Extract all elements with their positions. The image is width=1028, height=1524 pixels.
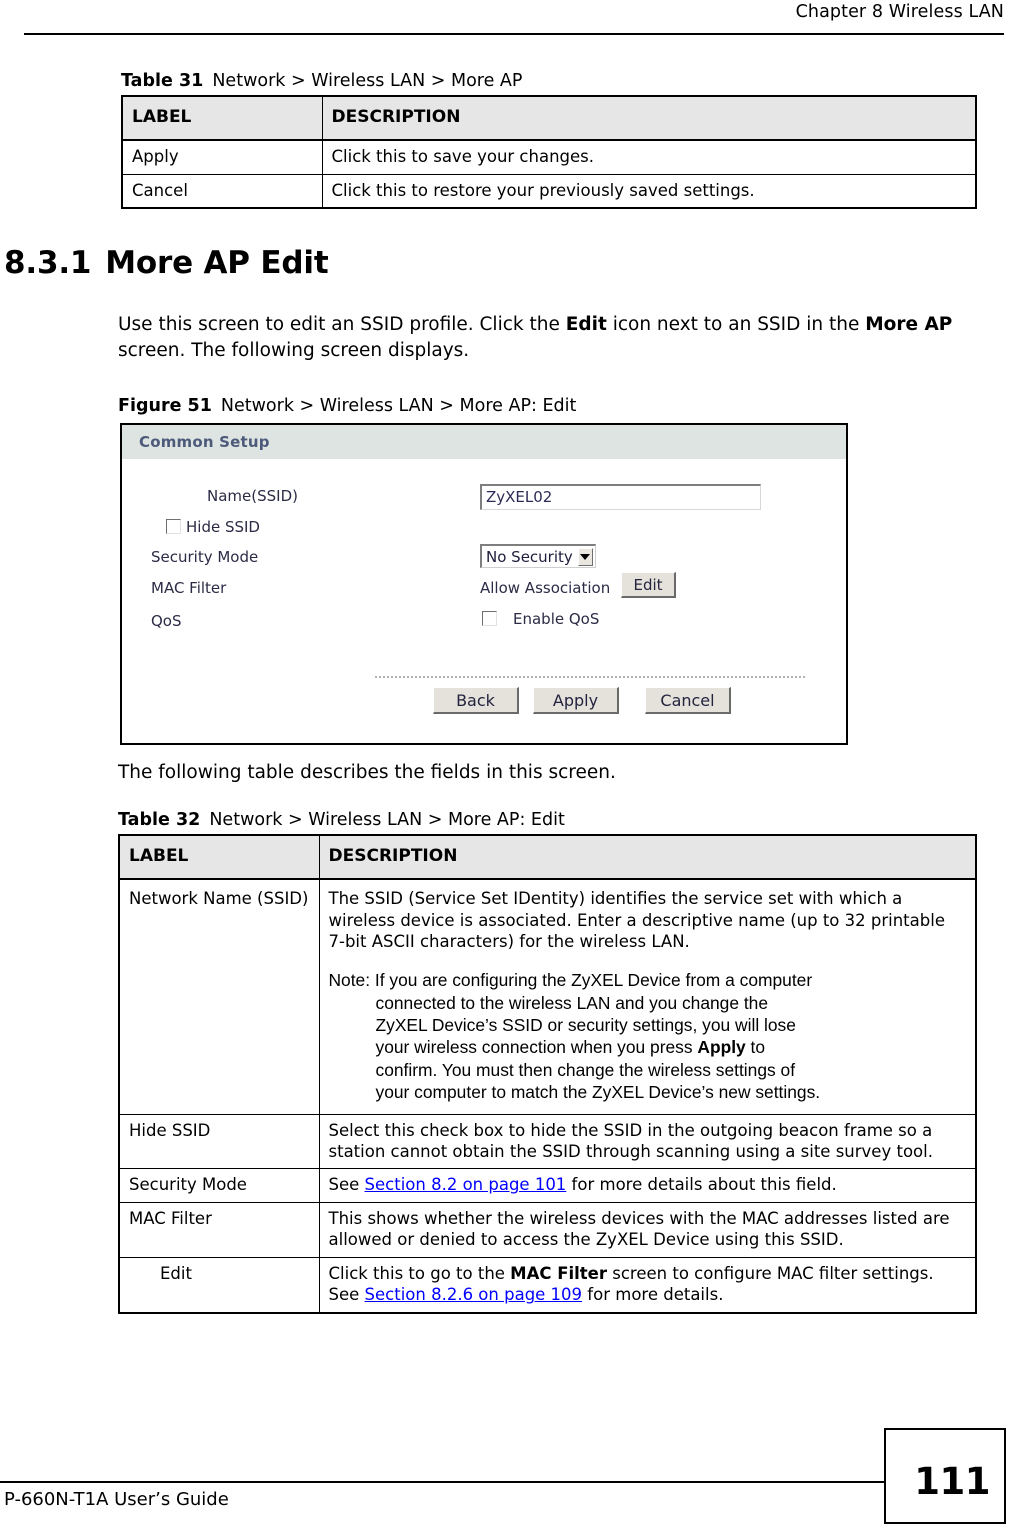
row-mac-filter-description: This shows whether the wireless devices … bbox=[318, 1201, 977, 1258]
intro-bold-edit: Edit bbox=[565, 314, 607, 335]
section-heading: 8.3.1 More AP Edit bbox=[4, 245, 329, 281]
running-head: Chapter 8 Wireless LAN bbox=[795, 2, 1004, 22]
link-section-8-2[interactable]: Section 8.2 on page 101 bbox=[365, 1175, 567, 1194]
hide-ssid-checkbox[interactable] bbox=[166, 519, 181, 534]
table31-row1-label: Cancel bbox=[121, 173, 323, 209]
table32-header-row: LABEL DESCRIPTION bbox=[118, 834, 977, 881]
hide-ssid-label: Hide SSID bbox=[186, 518, 260, 536]
cancel-button[interactable]: Cancel bbox=[645, 687, 731, 714]
row-security-mode-description: See Section 8.2 on page 101 for more det… bbox=[318, 1168, 977, 1203]
security-mode-label: Security Mode bbox=[151, 548, 259, 566]
note-line-2: ZyXEL Device’s SSID or security settings… bbox=[375, 1015, 796, 1036]
security-mode-desc-before: See bbox=[328, 1175, 365, 1195]
back-button[interactable]: Back bbox=[433, 687, 519, 714]
row-security-mode-label: Security Mode bbox=[118, 1168, 320, 1203]
mac-filter-value: Allow Association bbox=[480, 579, 611, 597]
table32-header-description: DESCRIPTION bbox=[318, 834, 977, 881]
network-name-note: Note: If you are configuring the ZyXEL D… bbox=[329, 969, 967, 1103]
table31-row0-description: Click this to save your changes. bbox=[321, 139, 977, 175]
link-section-8-2-6[interactable]: Section 8.2.6 on page 109 bbox=[365, 1285, 583, 1304]
security-mode-select[interactable]: No Security bbox=[480, 544, 596, 568]
table31-row1-description: Click this to restore your previously sa… bbox=[321, 173, 977, 209]
after-figure-text: The following table describes the fields… bbox=[118, 762, 616, 783]
figure51-caption: Figure 51 Network > Wireless LAN > More A… bbox=[118, 396, 576, 416]
header-divider bbox=[24, 33, 1004, 35]
page-number-box: 111 bbox=[884, 1428, 1006, 1524]
table32-block: Table 32 Network > Wireless LAN > More AP… bbox=[118, 810, 977, 1314]
table32-caption: Table 32 Network > Wireless LAN > More AP… bbox=[118, 810, 977, 830]
table-row: Hide SSID Select this check box to hide … bbox=[118, 1113, 977, 1170]
table32-header-label: LABEL bbox=[118, 834, 320, 881]
row-mac-filter-label: MAC Filter bbox=[118, 1201, 320, 1258]
name-ssid-input[interactable]: ZyXEL02 bbox=[480, 484, 761, 510]
footer-divider bbox=[0, 1481, 886, 1483]
table32-caption-number: Table 32 bbox=[118, 810, 201, 830]
table-row: MAC Filter This shows whether the wirele… bbox=[118, 1201, 977, 1258]
page-number: 111 bbox=[914, 1460, 990, 1503]
row-network-name-label: Network Name (SSID) bbox=[118, 878, 320, 1115]
row-hide-ssid-label: Hide SSID bbox=[118, 1113, 320, 1170]
intro-text-1: Use this screen to edit an SSID profile.… bbox=[118, 314, 566, 335]
row-edit-description: Click this to go to the MAC Filter scree… bbox=[318, 1256, 977, 1314]
intro-text-2: icon next to an SSID in the bbox=[606, 314, 866, 335]
intro-bold-more-ap: More AP bbox=[865, 314, 953, 335]
section-title: More AP Edit bbox=[105, 245, 329, 281]
table31-caption-text: Network > Wireless LAN > More AP bbox=[212, 71, 523, 91]
network-name-paragraph: The SSID (Service Set IDentity) identifi… bbox=[328, 889, 945, 951]
figure51-caption-text: Network > Wireless LAN > More AP: Edit bbox=[220, 396, 577, 416]
note-bold-apply: Apply bbox=[697, 1037, 746, 1058]
common-setup-form: Name(SSID) ZyXEL02 Hide SSID Security Mo… bbox=[122, 459, 846, 723]
edit-desc-before: Click this to go to the bbox=[328, 1263, 511, 1283]
table-row: Apply Click this to save your changes. bbox=[121, 139, 977, 175]
table31: LABEL DESCRIPTION Apply Click this to sa… bbox=[121, 95, 977, 209]
row-network-name-description: The SSID (Service Set IDentity) identifi… bbox=[318, 878, 977, 1115]
enable-qos-label: Enable QoS bbox=[513, 610, 600, 628]
note-line-3: your wireless connection when you press … bbox=[329, 1036, 967, 1058]
common-setup-title: Common Setup bbox=[139, 433, 270, 451]
table-row: Security Mode See Section 8.2 on page 10… bbox=[118, 1168, 977, 1203]
table31-caption: Table 31 Network > Wireless LAN > More AP bbox=[121, 71, 977, 91]
note-line-5: your computer to match the ZyXEL Device’… bbox=[375, 1082, 821, 1103]
name-ssid-label: Name(SSID) bbox=[207, 487, 298, 505]
button-row-divider bbox=[375, 676, 805, 678]
table31-header-description: DESCRIPTION bbox=[321, 95, 977, 142]
page-footer: P-660N-T1A User’s Guide 111 bbox=[0, 1420, 1028, 1524]
table32-caption-text: Network > Wireless LAN > More AP: Edit bbox=[209, 810, 565, 830]
table32: LABEL DESCRIPTION Network Name (SSID) Th… bbox=[118, 834, 977, 1314]
edit-bold-mac-filter: MAC Filter bbox=[510, 1263, 608, 1283]
figure51-screenshot: Common Setup Name(SSID) ZyXEL02 Hide SSI… bbox=[120, 423, 848, 745]
figure51-caption-number: Figure 51 bbox=[118, 396, 212, 416]
note-line-3-text: your wireless connection when you press bbox=[375, 1037, 698, 1058]
table31-block: Table 31 Network > Wireless LAN > More AP… bbox=[121, 71, 977, 209]
table-row: Cancel Click this to restore your previo… bbox=[121, 173, 977, 209]
security-mode-desc-after: for more details about this field. bbox=[566, 1175, 837, 1195]
table31-header-label: LABEL bbox=[121, 95, 323, 142]
note-line-3-tail: to bbox=[745, 1037, 766, 1058]
chevron-down-icon[interactable] bbox=[577, 547, 593, 566]
row-hide-ssid-description: Select this check box to hide the SSID i… bbox=[318, 1113, 977, 1170]
common-setup-panel-header: Common Setup bbox=[122, 425, 846, 459]
security-mode-value: No Security bbox=[486, 547, 573, 566]
row-edit-label: Edit bbox=[118, 1256, 320, 1314]
intro-text-3: screen. The following screen displays. bbox=[118, 340, 470, 362]
page-header: Chapter 8 Wireless LAN bbox=[0, 0, 1028, 42]
mac-filter-label: MAC Filter bbox=[151, 579, 227, 597]
note-line-1: connected to the wireless LAN and you ch… bbox=[375, 992, 769, 1013]
apply-button[interactable]: Apply bbox=[533, 687, 619, 714]
table-row: Edit Click this to go to the MAC Filter … bbox=[118, 1256, 977, 1314]
qos-label: QoS bbox=[151, 612, 182, 630]
table31-caption-number: Table 31 bbox=[121, 71, 204, 91]
table31-header-row: LABEL DESCRIPTION bbox=[121, 95, 977, 142]
mac-filter-edit-button[interactable]: Edit bbox=[621, 572, 676, 598]
note-line-4: confirm. You must then change the wirele… bbox=[375, 1059, 796, 1080]
footer-guide-title: P-660N-T1A User’s Guide bbox=[4, 1489, 229, 1510]
section-number: 8.3.1 bbox=[4, 245, 92, 281]
table31-row0-label: Apply bbox=[121, 139, 323, 175]
enable-qos-checkbox[interactable] bbox=[482, 611, 497, 626]
table-row: Network Name (SSID) The SSID (Service Se… bbox=[118, 878, 977, 1115]
note-line-0: Note: If you are configuring the ZyXEL D… bbox=[328, 970, 813, 991]
edit-desc-after: for more details. bbox=[582, 1285, 724, 1305]
section-intro-paragraph: Use this screen to edit an SSID profile.… bbox=[118, 312, 978, 365]
